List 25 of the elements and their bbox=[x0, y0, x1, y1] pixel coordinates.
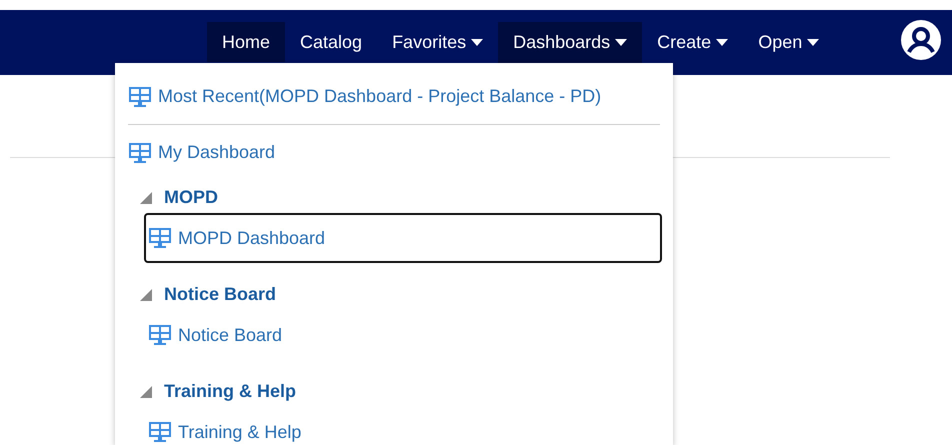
menu-tab[interactable]: Open bbox=[743, 22, 834, 62]
group-heading: Notice Board bbox=[164, 283, 276, 306]
group-heading: Training & Help bbox=[164, 380, 296, 403]
group-heading: MOPD bbox=[164, 186, 218, 209]
nav-tab[interactable]: Home bbox=[207, 22, 286, 62]
caret-icon bbox=[716, 38, 728, 46]
dashboard-menu-item[interactable]: My Dashboard bbox=[128, 139, 276, 166]
expand-triangle-icon[interactable] bbox=[140, 192, 152, 204]
expand-triangle-icon[interactable] bbox=[140, 288, 152, 300]
nav-tab[interactable]: Catalog bbox=[285, 22, 378, 62]
user-avatar-icon[interactable] bbox=[900, 19, 942, 61]
dashboard-menu-item[interactable]: MOPD Dashboard bbox=[144, 213, 662, 263]
caret-icon bbox=[807, 38, 820, 46]
menu-tab[interactable]: Favorites bbox=[377, 22, 498, 62]
menu-tab[interactable]: Create bbox=[642, 22, 744, 62]
caret-icon bbox=[471, 38, 484, 46]
dashboard-icon bbox=[128, 142, 152, 164]
dashboard-icon bbox=[128, 86, 152, 108]
dashboard-menu-item[interactable]: Notice Board bbox=[144, 310, 662, 360]
dashboard-icon bbox=[148, 324, 172, 346]
dashboard-icon bbox=[148, 227, 172, 249]
caret-icon bbox=[615, 38, 628, 46]
dashboard-menu-item[interactable]: Most Recent(MOPD Dashboard - Project Balance - PD) bbox=[128, 83, 602, 110]
dashboard-menu-item[interactable]: Training & Help bbox=[144, 407, 662, 445]
expand-triangle-icon[interactable] bbox=[140, 386, 152, 398]
